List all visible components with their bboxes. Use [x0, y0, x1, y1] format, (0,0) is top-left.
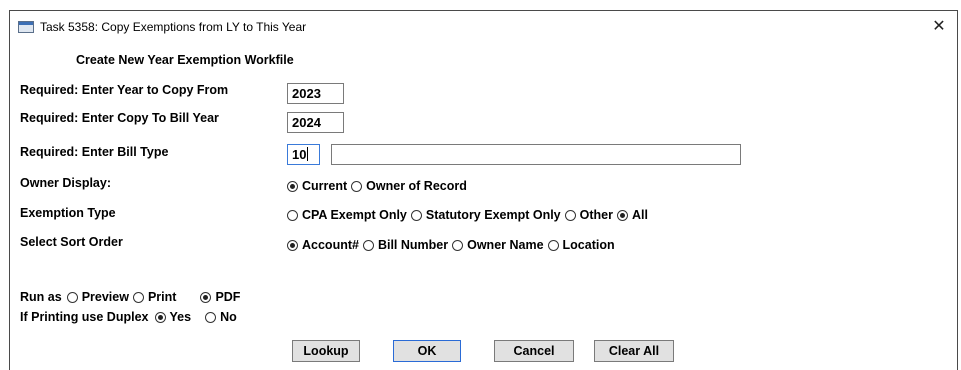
radio-unselected-icon[interactable]: [564, 209, 576, 221]
radio-unselected-icon[interactable]: [351, 180, 363, 192]
bill-type-description-field: [331, 144, 741, 165]
radio-unselected-icon[interactable]: [547, 239, 559, 251]
radio-unselected-icon[interactable]: [287, 209, 298, 221]
close-button[interactable]: ✕: [927, 15, 951, 39]
sort-order-bill-number-option[interactable]: Bill Number: [362, 238, 448, 252]
sort-order-label: Select Sort Order: [20, 235, 123, 249]
sort-order-radio-group: Account# Bill Number Owner Name Location: [287, 238, 619, 252]
title-bar: Task 5358: Copy Exemptions from LY to Th…: [10, 11, 957, 44]
radio-unselected-icon[interactable]: [66, 291, 78, 303]
owner-display-owner-of-record-option[interactable]: Owner of Record: [351, 179, 467, 193]
sort-order-owner-name-option[interactable]: Owner Name: [452, 238, 544, 252]
run-as-preview-option[interactable]: Preview: [66, 290, 129, 304]
radio-unselected-icon[interactable]: [132, 291, 144, 303]
year-from-input[interactable]: 2023: [287, 83, 344, 104]
sort-order-account-option[interactable]: Account#: [287, 238, 359, 252]
dialog-window: Task 5358: Copy Exemptions from LY to Th…: [9, 10, 958, 370]
year-to-input[interactable]: 2024: [287, 112, 344, 133]
form-heading: Create New Year Exemption Workfile: [76, 53, 294, 67]
radio-unselected-icon[interactable]: [205, 311, 217, 323]
duplex-no-option[interactable]: No: [205, 310, 237, 324]
window-title: Task 5358: Copy Exemptions from LY to Th…: [40, 20, 307, 34]
sort-order-location-option[interactable]: Location: [547, 238, 615, 252]
radio-selected-icon[interactable]: [200, 291, 212, 303]
radio-selected-icon[interactable]: [287, 239, 298, 251]
bill-type-input[interactable]: 10: [287, 144, 320, 165]
exemption-type-other-option[interactable]: Other: [564, 208, 613, 222]
year-to-label: Required: Enter Copy To Bill Year: [20, 111, 219, 125]
year-from-label: Required: Enter Year to Copy From: [20, 83, 229, 97]
exemption-type-radio-group: CPA Exempt Only Statutory Exempt Only Ot…: [287, 208, 652, 222]
exemption-type-label: Exemption Type: [20, 206, 116, 220]
run-as-pdf-option[interactable]: PDF: [200, 290, 240, 304]
bill-type-value: 10: [292, 147, 307, 162]
owner-display-label: Owner Display:: [20, 176, 111, 190]
exemption-type-cpa-option[interactable]: CPA Exempt Only: [287, 208, 407, 222]
run-as-label: Run as: [20, 290, 62, 304]
lookup-button[interactable]: Lookup: [292, 340, 360, 362]
duplex-yes-option[interactable]: Yes: [154, 310, 191, 324]
radio-selected-icon[interactable]: [287, 180, 298, 192]
radio-unselected-icon[interactable]: [362, 239, 374, 251]
bill-type-label: Required: Enter Bill Type: [20, 145, 169, 159]
owner-display-radio-group: Current Owner of Record: [287, 179, 471, 193]
cancel-button[interactable]: Cancel: [494, 340, 574, 362]
clear-all-button[interactable]: Clear All: [594, 340, 674, 362]
radio-selected-icon[interactable]: [154, 311, 166, 323]
duplex-radio-group: If Printing use Duplex Yes No: [20, 310, 241, 324]
radio-unselected-icon[interactable]: [410, 209, 422, 221]
text-caret: [307, 147, 309, 161]
duplex-label: If Printing use Duplex: [20, 310, 149, 324]
run-as-print-option[interactable]: Print: [132, 290, 176, 304]
ok-button[interactable]: OK: [393, 340, 461, 362]
exemption-type-statutory-option[interactable]: Statutory Exempt Only: [410, 208, 561, 222]
radio-selected-icon[interactable]: [616, 209, 628, 221]
run-as-radio-group: Run as Preview Print PDF: [20, 290, 244, 304]
radio-unselected-icon[interactable]: [452, 239, 464, 251]
app-window-icon: [18, 21, 34, 33]
exemption-type-all-option[interactable]: All: [616, 208, 648, 222]
owner-display-current-option[interactable]: Current: [287, 179, 347, 193]
